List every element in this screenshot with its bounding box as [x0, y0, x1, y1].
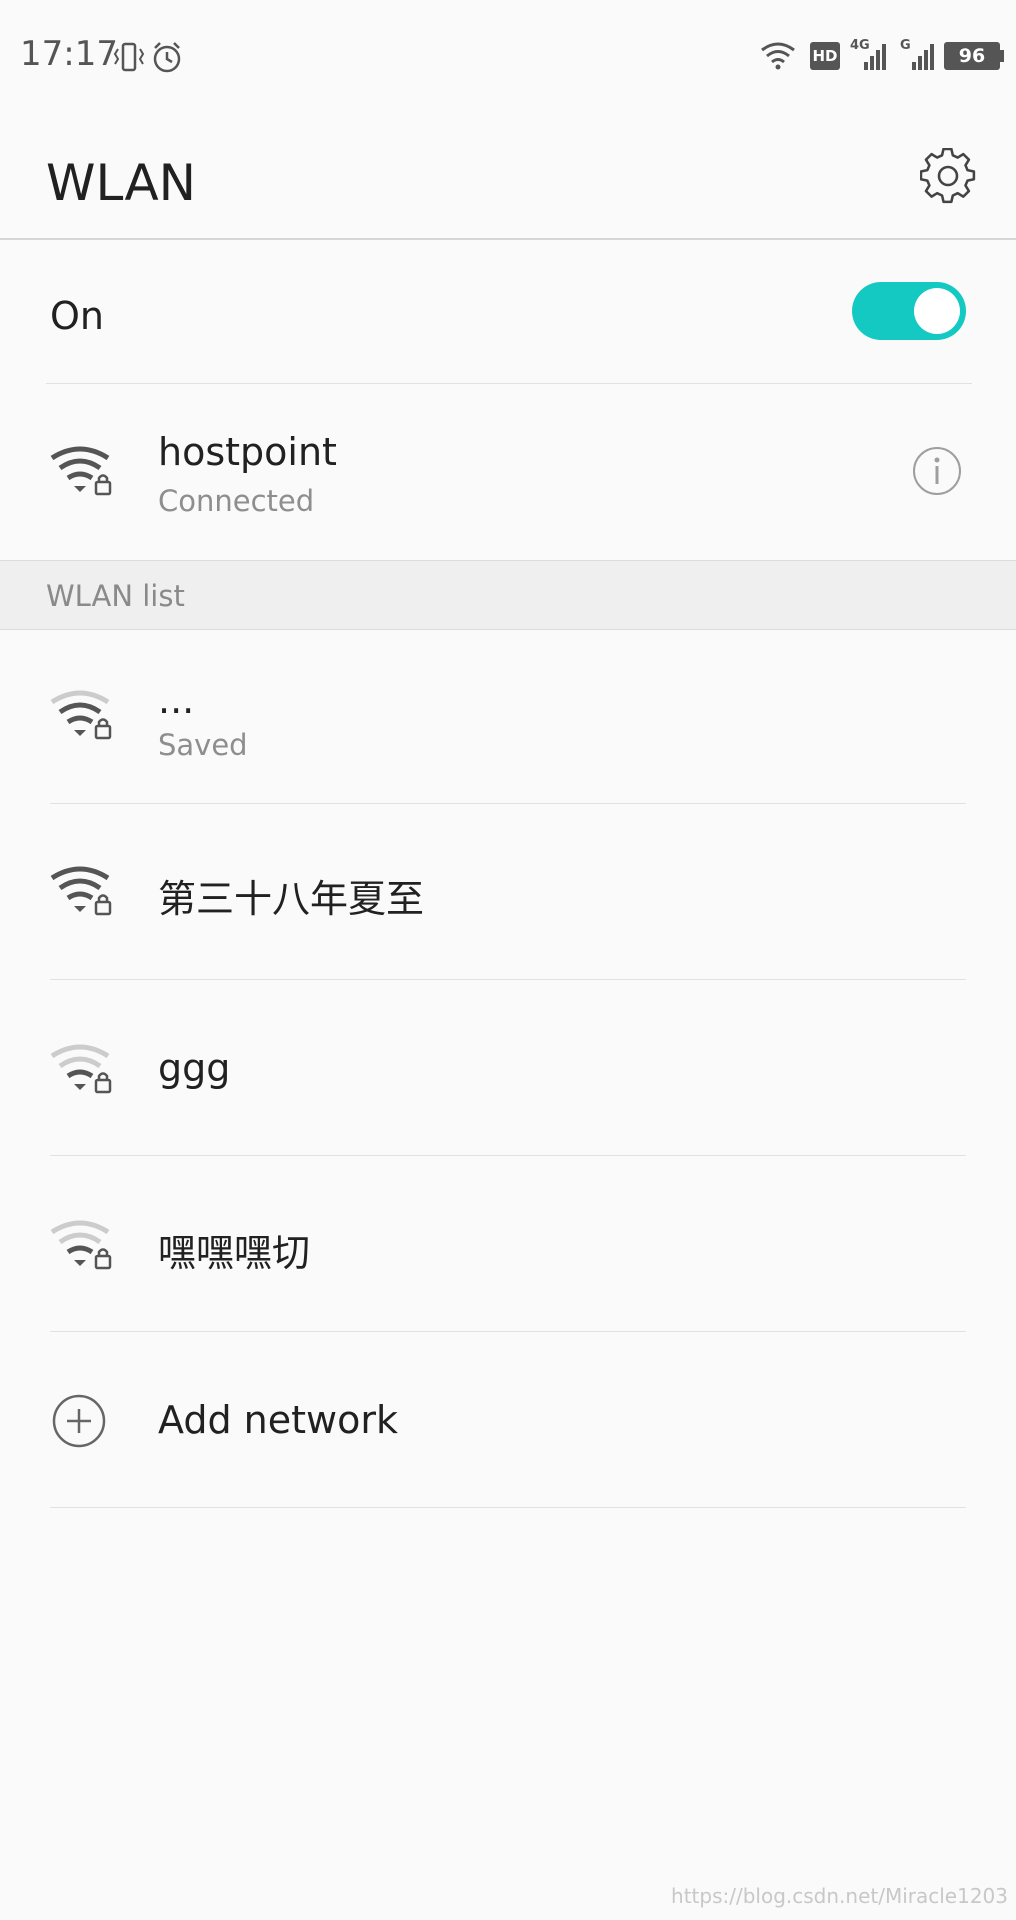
add-network-label: Add network [158, 1398, 398, 1442]
battery-tip [1000, 50, 1004, 62]
wlan-list-header: WLAN list [0, 560, 1016, 630]
network-row[interactable]: 第三十八年夏至 [0, 804, 1016, 978]
watermark: https://blog.csdn.net/Miracle1203 [671, 1884, 1008, 1908]
connected-status: Connected [158, 484, 315, 518]
alarm-icon [153, 42, 181, 73]
network-ssid: ggg [158, 1046, 231, 1090]
wifi-lock-icon [50, 1220, 112, 1270]
battery-level: 96 [958, 45, 986, 67]
connected-ssid: hostpoint [158, 430, 337, 474]
hd-icon: HD [810, 42, 840, 70]
add-circle-icon [52, 1394, 106, 1448]
wlan-list-label: WLAN list [46, 579, 185, 613]
network-ssid: 第三十八年夏至 [158, 877, 425, 921]
wlan-toggle-switch[interactable] [852, 282, 966, 340]
toggle-knob [914, 288, 960, 334]
signal-g-label: G [900, 38, 911, 53]
page-title: WLAN [46, 154, 197, 212]
info-icon[interactable] [912, 446, 962, 496]
wifi-icon [761, 42, 795, 70]
wifi-lock-icon [50, 690, 112, 740]
vibrate-icon [113, 42, 145, 72]
wifi-lock-icon [50, 1044, 112, 1094]
wifi-lock-icon [50, 866, 112, 916]
connected-network-row[interactable]: hostpoint Connected [0, 384, 1016, 560]
network-row[interactable]: ... Saved [0, 630, 1016, 802]
wlan-toggle-label: On [50, 294, 104, 338]
battery-icon: 96 [944, 42, 1000, 70]
divider [50, 1507, 966, 1508]
wifi-lock-icon [50, 446, 112, 496]
network-row[interactable]: ggg [0, 980, 1016, 1154]
status-time: 17:17 [20, 34, 118, 74]
network-ssid: 嘿嘿嘿切 [158, 1231, 311, 1275]
add-network-row[interactable]: Add network [0, 1332, 1016, 1506]
app-bar: WLAN [0, 112, 1016, 240]
network-row[interactable]: 嘿嘿嘿切 [0, 1156, 1016, 1330]
signal-4g-label: 4G [850, 38, 870, 53]
gear-icon[interactable] [920, 148, 976, 204]
network-status: Saved [158, 728, 248, 762]
status-bar: 17:17 HD 4G G 96 [0, 0, 1016, 112]
network-ssid: ... [158, 678, 195, 722]
